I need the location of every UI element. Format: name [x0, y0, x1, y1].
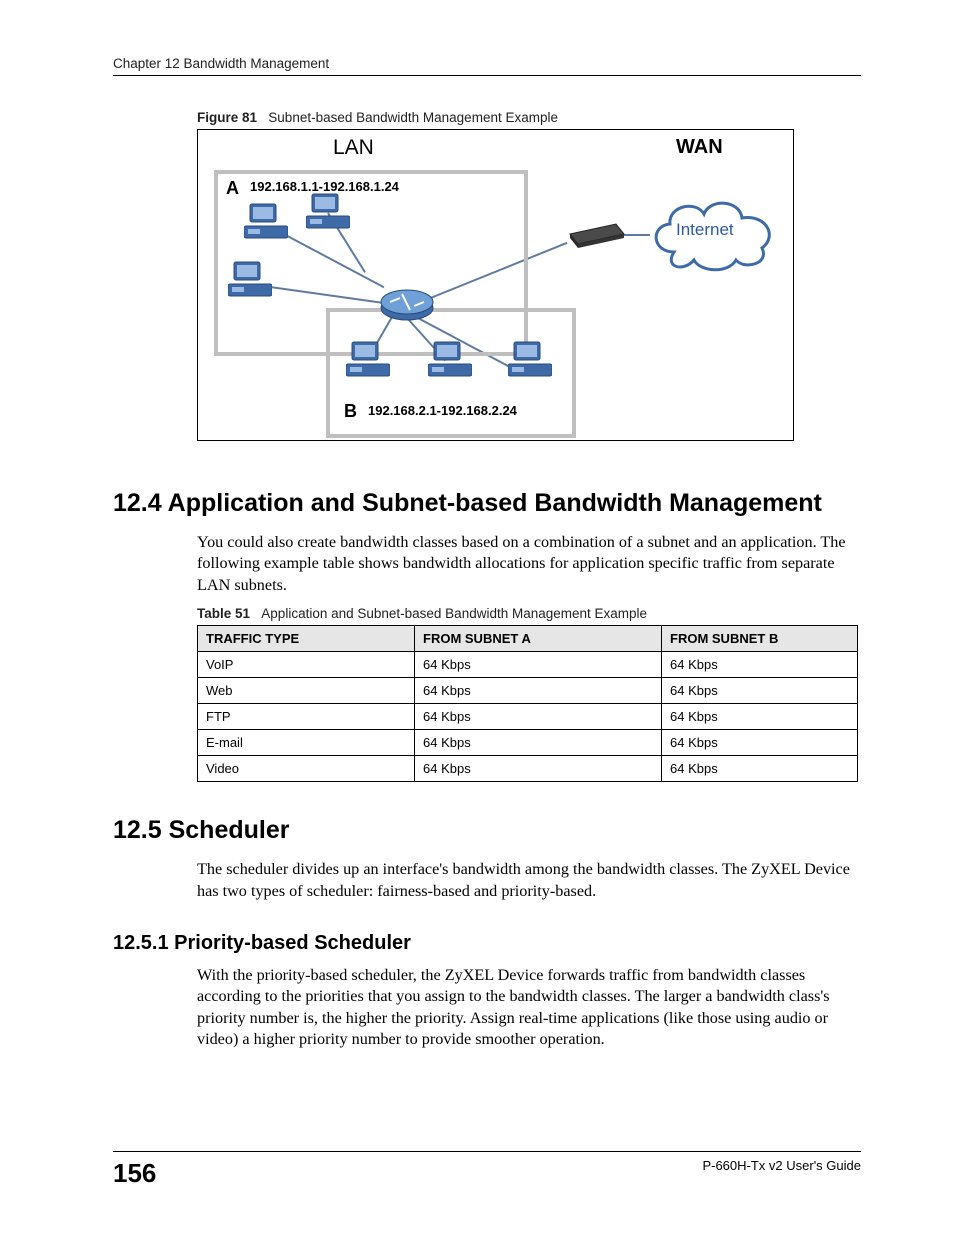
modem-icon [566, 222, 626, 250]
cell: FTP [198, 704, 415, 730]
figure-caption: Figure 81 Subnet-based Bandwidth Managem… [197, 110, 861, 125]
cell: 64 Kbps [662, 704, 858, 730]
section-12-5-1-paragraph: With the priority-based scheduler, the Z… [197, 965, 861, 1051]
table-row: FTP 64 Kbps 64 Kbps [198, 704, 858, 730]
cell: 64 Kbps [415, 652, 662, 678]
cell: 64 Kbps [662, 652, 858, 678]
cell: 64 Kbps [662, 756, 858, 782]
pc-icon [428, 340, 472, 380]
page-footer: 156 P-660H-Tx v2 User's Guide [113, 1151, 861, 1189]
wan-label: WAN [676, 136, 723, 159]
subnet-a-letter: A [226, 178, 239, 199]
router-icon [380, 280, 434, 322]
guide-name: P-660H-Tx v2 User's Guide [702, 1158, 861, 1173]
table-header-row: TRAFFIC TYPE FROM SUBNET A FROM SUBNET B [198, 626, 858, 652]
cell: 64 Kbps [662, 730, 858, 756]
pc-icon [508, 340, 552, 380]
col-from-subnet-b: FROM SUBNET B [662, 626, 858, 652]
table-row: VoIP 64 Kbps 64 Kbps [198, 652, 858, 678]
cell: 64 Kbps [415, 704, 662, 730]
pc-icon [306, 192, 350, 232]
internet-label: Internet [676, 220, 734, 240]
figure-caption-text: Subnet-based Bandwidth Management Exampl… [268, 110, 558, 125]
figure-label: Figure 81 [197, 110, 257, 125]
section-12-5-heading: 12.5 Scheduler [113, 816, 861, 845]
col-traffic-type: TRAFFIC TYPE [198, 626, 415, 652]
section-12-5-1-heading: 12.5.1 Priority-based Scheduler [113, 932, 861, 955]
bandwidth-table: TRAFFIC TYPE FROM SUBNET A FROM SUBNET B… [197, 625, 858, 782]
cell: 64 Kbps [662, 678, 858, 704]
pc-icon [244, 202, 288, 242]
table-row: E-mail 64 Kbps 64 Kbps [198, 730, 858, 756]
chapter-header: Chapter 12 Bandwidth Management [113, 56, 861, 76]
section-12-5-paragraph: The scheduler divides up an interface's … [197, 859, 861, 902]
pc-icon [228, 260, 272, 300]
network-diagram: LAN WAN A 192.168.1.1-192.168.1.24 B 192… [197, 129, 794, 441]
table-row: Video 64 Kbps 64 Kbps [198, 756, 858, 782]
section-12-4-heading: 12.4 Application and Subnet-based Bandwi… [113, 489, 861, 518]
col-from-subnet-a: FROM SUBNET A [415, 626, 662, 652]
pc-icon [346, 340, 390, 380]
cell: 64 Kbps [415, 756, 662, 782]
cell: E-mail [198, 730, 415, 756]
section-12-4-paragraph: You could also create bandwidth classes … [197, 532, 861, 596]
table-caption-text: Application and Subnet-based Bandwidth M… [261, 606, 647, 621]
cell: Web [198, 678, 415, 704]
cell: VoIP [198, 652, 415, 678]
cell: 64 Kbps [415, 730, 662, 756]
lan-label: LAN [333, 136, 374, 160]
table-caption: Table 51 Application and Subnet-based Ba… [197, 606, 861, 621]
table-label: Table 51 [197, 606, 250, 621]
page-number: 156 [113, 1158, 156, 1189]
subnet-b-letter: B [344, 401, 357, 422]
cell: Video [198, 756, 415, 782]
cell: 64 Kbps [415, 678, 662, 704]
subnet-b-range: 192.168.2.1-192.168.2.24 [368, 403, 517, 418]
table-row: Web 64 Kbps 64 Kbps [198, 678, 858, 704]
